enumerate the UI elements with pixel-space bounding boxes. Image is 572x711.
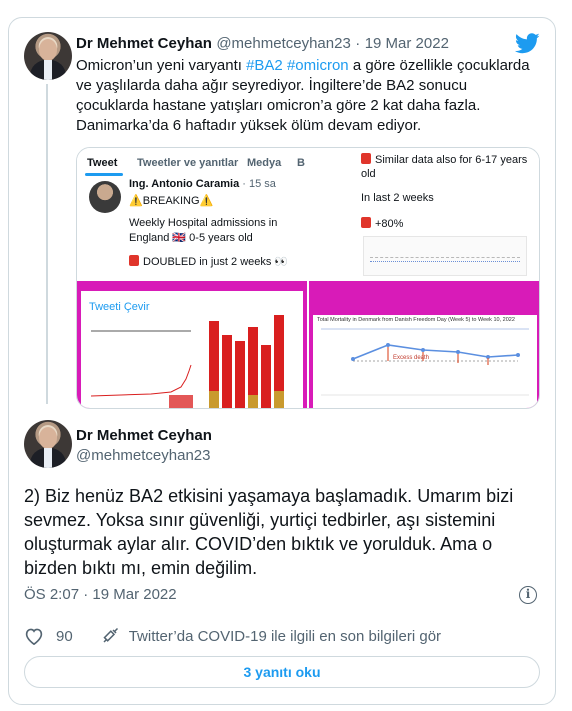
mortality-chart xyxy=(321,328,529,396)
tweet-timestamp[interactable]: ÖS 2:07 · 19 Mar 2022 xyxy=(24,586,177,603)
translate-panel: Tweeti Çevir xyxy=(81,291,303,408)
info-icon[interactable]: i xyxy=(519,586,537,604)
heart-icon[interactable] xyxy=(24,627,44,645)
last2-text: In last 2 weeks xyxy=(361,192,434,204)
read-replies-button[interactable]: 3 yanıtı oku xyxy=(24,656,540,688)
england-text: England 🇬🇧 0-5 years old xyxy=(129,232,253,244)
media-image-similar-data[interactable]: Similar data also for 6-17 years old In … xyxy=(309,148,539,279)
covid-info-link[interactable]: Twitter’da COVID-19 ile ilgili en son bi… xyxy=(129,628,441,645)
plus80-text: +80% xyxy=(361,217,403,230)
tweet-date: 19 Mar 2022 xyxy=(92,586,177,603)
tweet2-text: 2) Biz henüz BA2 etkisini yaşamaya başla… xyxy=(24,486,514,578)
mini-chart xyxy=(363,236,527,276)
author-name[interactable]: Dr Mehmet Ceyhan xyxy=(76,427,212,444)
avatar[interactable] xyxy=(24,32,72,80)
syringe-icon xyxy=(103,627,118,643)
mortality-panel: Total Mortality in Denmark from Danish F… xyxy=(313,315,537,408)
action-row: 90 Twitter’da COVID-19 ile ilgili en son… xyxy=(24,626,441,646)
tweet-date[interactable]: 19 Mar 2022 xyxy=(365,35,449,52)
media-image-bar-chart[interactable]: Tweeti Çevir xyxy=(77,281,307,408)
alert-icon xyxy=(129,255,139,266)
like-count[interactable]: 90 xyxy=(56,628,73,645)
tweet1-text: Omicron’un yeni varyantı #BA2 #omicron a… xyxy=(76,56,536,136)
alert-icon xyxy=(361,153,371,164)
tab-b: B xyxy=(297,157,305,169)
quoted-author: Ing. Antonio Caramia · 15 sa xyxy=(129,178,276,190)
media-image-quoted-tweet[interactable]: Tweet Tweetler ve yanıtlar Medya B Ing. … xyxy=(77,148,307,279)
tab-tweet: Tweet xyxy=(87,157,118,169)
tab-media: Medya xyxy=(247,157,282,169)
quoted-time: · 15 sa xyxy=(242,178,276,190)
avatar[interactable] xyxy=(24,420,72,468)
hashtag-ba2[interactable]: #BA2 xyxy=(246,57,283,74)
similar-label: Similar data also for 6-17 years old xyxy=(361,154,528,180)
tab-replies: Tweetler ve yanıtlar xyxy=(137,157,239,169)
weekly-text: Weekly Hospital admissions in xyxy=(129,217,278,229)
doubled-label: DOUBLED in just 2 weeks 👀 xyxy=(143,256,289,268)
media-image-denmark-mortality[interactable]: Total Mortality in Denmark from Danish F… xyxy=(309,281,539,408)
twitter-logo-icon[interactable] xyxy=(515,33,540,54)
hospital-admissions-chart xyxy=(90,315,284,408)
author-handle[interactable]: @mehmetceyhan23 xyxy=(76,447,210,464)
separator: · xyxy=(355,35,361,52)
doubled-text: DOUBLED in just 2 weeks 👀 xyxy=(129,255,288,268)
hashtag-omicron[interactable]: #omicron xyxy=(287,57,349,74)
tweet1-text-part1: Omicron’un yeni varyantı xyxy=(76,57,247,74)
quoted-avatar xyxy=(89,181,121,213)
breaking-text: ⚠️BREAKING⚠️ xyxy=(129,195,214,207)
author-handle[interactable]: @mehmetceyhan23 xyxy=(216,35,350,52)
alert-icon xyxy=(361,217,371,228)
author-name[interactable]: Dr Mehmet Ceyhan xyxy=(76,35,212,52)
tweet1-header: Dr Mehmet Ceyhan @mehmetceyhan23 · 19 Ma… xyxy=(76,35,449,53)
tweet-time: ÖS 2:07 xyxy=(24,586,80,603)
similar-text: Similar data also for 6-17 years old xyxy=(361,153,531,181)
thread-line xyxy=(46,84,48,404)
quoted-name: Ing. Antonio Caramia xyxy=(129,178,240,190)
media-divider xyxy=(307,148,309,408)
media-grid[interactable]: Tweet Tweetler ve yanıtlar Medya B Ing. … xyxy=(76,147,540,409)
plus80-label: +80% xyxy=(375,218,404,230)
excess-death-label: Excess death xyxy=(393,355,430,361)
